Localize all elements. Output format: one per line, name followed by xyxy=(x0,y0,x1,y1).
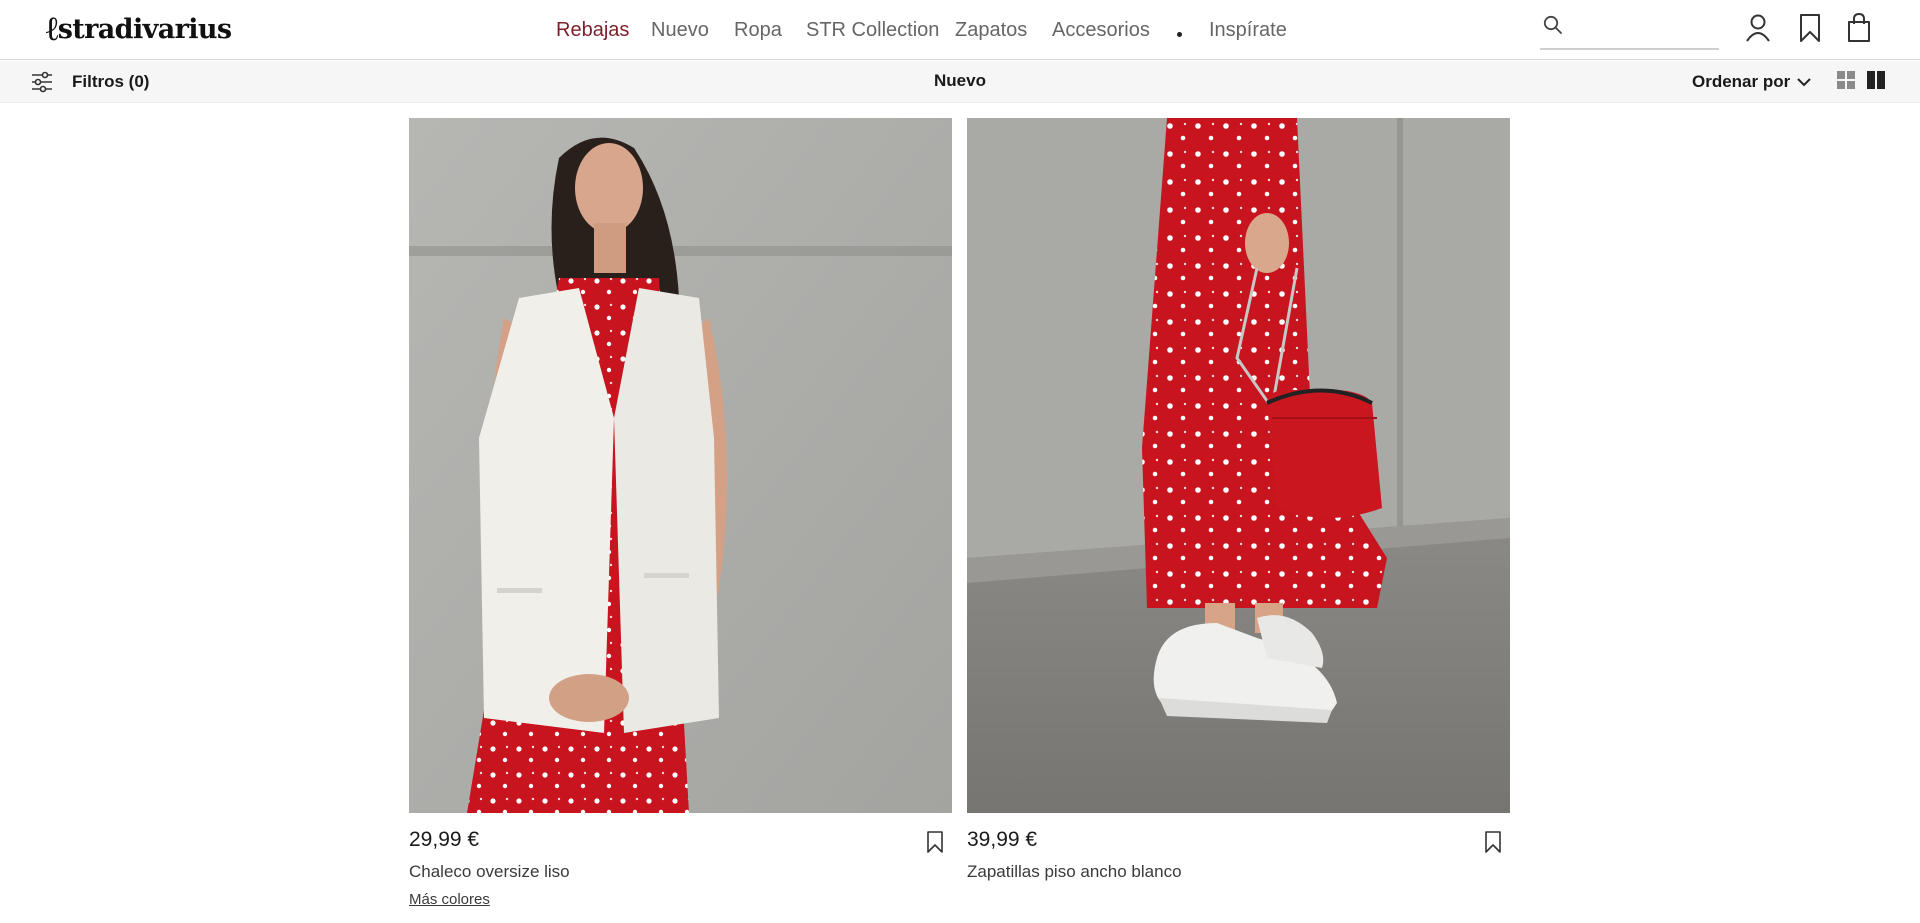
nav-item-str-collection[interactable]: STR Collection xyxy=(806,16,939,44)
search-input[interactable] xyxy=(1570,14,1715,42)
product-image-vest[interactable] xyxy=(409,118,952,813)
nav-item-accesorios[interactable]: Accesorios xyxy=(1052,16,1150,44)
product-price: 39,99 € xyxy=(967,828,1038,851)
grid-large-icon[interactable] xyxy=(1867,71,1885,89)
filters-label: Filtros (0) xyxy=(72,72,150,91)
product-name[interactable]: Zapatillas piso ancho blanco xyxy=(967,862,1182,882)
sort-label: Ordenar por xyxy=(1692,72,1791,91)
wishlist-add-icon[interactable] xyxy=(1484,830,1502,854)
bag-icon[interactable] xyxy=(1844,12,1874,44)
search-icon[interactable] xyxy=(1542,14,1564,36)
nav-separator-dot xyxy=(1177,32,1182,37)
grid-small-icon[interactable] xyxy=(1837,71,1855,89)
sort-dropdown[interactable]: Ordenar por xyxy=(1692,68,1812,96)
filters-icon xyxy=(32,71,52,93)
more-colors-link[interactable]: Más colores xyxy=(409,891,490,908)
nav-item-inspirate[interactable]: Inspírate xyxy=(1209,16,1287,44)
nav-item-ropa[interactable]: Ropa xyxy=(734,16,782,44)
user-icon[interactable] xyxy=(1743,12,1773,44)
site-header: ℓ stradivarius Rebajas Nuevo Ropa STR Co… xyxy=(0,0,1920,60)
product-image-sneakers[interactable] xyxy=(967,118,1510,813)
wishlist-add-icon[interactable] xyxy=(926,830,944,854)
nav-item-nuevo[interactable]: Nuevo xyxy=(651,16,709,44)
logo-text: stradivarius xyxy=(57,13,232,45)
chevron-down-icon xyxy=(1797,78,1811,87)
brand-logo[interactable]: ℓ stradivarius xyxy=(44,8,232,50)
section-title: Nuevo xyxy=(934,71,986,90)
search-box[interactable] xyxy=(1540,12,1719,50)
product-price: 29,99 € xyxy=(409,828,480,851)
nav-item-rebajas[interactable]: Rebajas xyxy=(556,16,629,44)
filters-button[interactable]: Filtros (0) xyxy=(30,68,149,96)
nav-item-zapatos[interactable]: Zapatos xyxy=(955,16,1027,44)
listing-toolbar: Filtros (0) Nuevo Ordenar por xyxy=(0,61,1920,103)
product-name[interactable]: Chaleco oversize liso xyxy=(409,862,570,882)
wishlist-icon[interactable] xyxy=(1795,12,1825,44)
